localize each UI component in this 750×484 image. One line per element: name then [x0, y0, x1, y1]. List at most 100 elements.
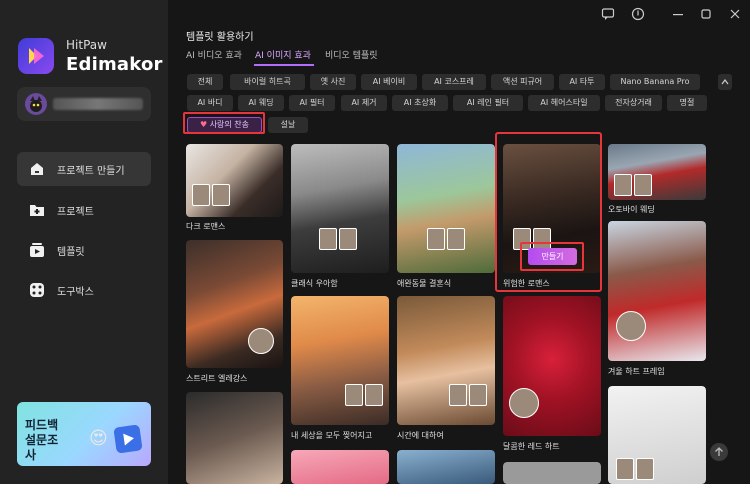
- template-card-hands-heart[interactable]: [186, 392, 283, 484]
- username-blurred: [53, 98, 143, 110]
- nav-templates[interactable]: 템플릿: [17, 233, 151, 267]
- info-icon[interactable]: [631, 7, 645, 21]
- template-thumbnail: [397, 450, 495, 484]
- chip-ai-hairstyle[interactable]: AI 헤어스타일: [528, 95, 600, 111]
- template-name: 겨울 하트 프레임: [608, 367, 665, 376]
- nav-label: 템플릿: [57, 247, 85, 258]
- template-thumbnail: [503, 462, 601, 484]
- page-title: 템플릿 활용하기: [186, 32, 254, 43]
- template-thumbnail: [608, 144, 706, 200]
- chip-old-photo[interactable]: 옛 사진: [310, 74, 356, 90]
- chip-ai-body[interactable]: AI 바디: [187, 95, 233, 111]
- chips-collapse-button[interactable]: [718, 74, 732, 90]
- arrow-up-icon: [715, 447, 723, 456]
- chip-ai-filter[interactable]: AI 필터: [289, 95, 335, 111]
- template-thumbnail: [186, 144, 283, 217]
- sample-thumbnails: [427, 228, 465, 250]
- chip-holidays[interactable]: 명절: [667, 95, 707, 111]
- active-tab-indicator: [254, 64, 314, 66]
- chip-ai-tattoo[interactable]: AI 타투: [559, 74, 605, 90]
- chip-all[interactable]: 전체: [187, 74, 223, 90]
- template-name: 스트리트 엘레강스: [186, 374, 248, 383]
- nav-toolbox[interactable]: 도구박스: [17, 273, 151, 307]
- chip-ai-portrait[interactable]: AI 초상화: [392, 95, 448, 111]
- brand-product: Edimakor: [66, 54, 163, 75]
- tab-ai-video-effects[interactable]: AI 비디오 효과: [186, 48, 242, 61]
- chip-viral-hits[interactable]: 바이럴 히트곡: [230, 74, 305, 90]
- template-thumbnail: [291, 296, 389, 425]
- nav-create-project[interactable]: 프로젝트 만들기: [17, 152, 151, 186]
- close-icon[interactable]: [728, 7, 742, 21]
- nav-projects[interactable]: 프로젝트: [17, 193, 151, 227]
- template-card-sweet-red-heart[interactable]: 달콤한 레드 하트: [503, 296, 601, 454]
- template-card-sketch[interactable]: [608, 386, 706, 484]
- play-icon: [113, 424, 143, 454]
- template-name: 내 세상을 모두 찢어지고: [291, 431, 373, 440]
- sample-thumbnails: [614, 174, 652, 196]
- template-thumbnail: [186, 240, 283, 368]
- template-card-street-elegance[interactable]: 스트리트 엘레강스: [186, 240, 283, 386]
- minimize-icon[interactable]: [671, 7, 685, 21]
- avatar: [25, 93, 47, 115]
- template-thumbnail: [291, 450, 389, 484]
- template-thumbnail: [397, 144, 495, 273]
- nav-label: 도구박스: [57, 287, 94, 298]
- sample-thumbnails: [345, 384, 383, 406]
- template-name: 클래식 우아함: [291, 279, 338, 288]
- sidebar: HitPaw Edimakor 프로젝트 만들기 프로젝트 템플릿 도구박스 피…: [0, 0, 168, 484]
- sample-thumbnails: [449, 384, 487, 406]
- template-name: 다크 로맨스: [186, 222, 226, 231]
- template-thumbnail: [608, 221, 706, 361]
- sample-thumbnails: [192, 184, 230, 206]
- template-icon: [30, 243, 44, 257]
- chip-ecommerce[interactable]: 전자상거래: [605, 95, 662, 111]
- chip-ai-remove[interactable]: AI 제거: [341, 95, 387, 111]
- template-name: 달콤한 레드 하트: [503, 442, 560, 451]
- tab-ai-image-effects[interactable]: AI 이미지 효과: [255, 48, 311, 61]
- template-thumbnail: [291, 144, 389, 273]
- template-card-pink[interactable]: [291, 450, 389, 484]
- chip-lunar-new-year[interactable]: 설날: [268, 117, 308, 133]
- sample-thumbnails: [319, 228, 357, 250]
- template-card-grey[interactable]: [503, 462, 601, 484]
- template-name: 오토바이 웨딩: [608, 205, 655, 214]
- template-card-about-time[interactable]: 시간에 대하여: [397, 296, 495, 443]
- chip-nano-banana-pro[interactable]: Nano Banana Pro: [610, 74, 700, 90]
- template-card-motorcycle-wedding[interactable]: 오토바이 웨딩: [608, 144, 706, 216]
- scroll-to-top-button[interactable]: [710, 443, 728, 461]
- template-card-winter-heart-frame[interactable]: 겨울 하트 프레임: [608, 221, 706, 379]
- toolbox-icon: [30, 283, 44, 297]
- main-panel: 템플릿 활용하기 AI 비디오 효과 AI 이미지 효과 비디오 템플릿 전체 …: [168, 0, 750, 484]
- promo-text: 피드백 설문조사: [25, 418, 59, 462]
- sample-thumbnails: [616, 311, 646, 341]
- maximize-icon[interactable]: [699, 7, 713, 21]
- template-card-dark-romance[interactable]: 다크 로맨스: [186, 144, 283, 234]
- create-button-outline: [520, 242, 584, 271]
- sample-thumbnails: [616, 458, 654, 480]
- tab-video-templates[interactable]: 비디오 템플릿: [325, 48, 378, 61]
- chip-action-figure[interactable]: 액션 피규어: [491, 74, 554, 90]
- feedback-survey-banner[interactable]: 피드백 설문조사 😍: [17, 402, 151, 466]
- nav-label: 프로젝트 만들기: [57, 166, 125, 177]
- feedback-icon[interactable]: [601, 7, 615, 21]
- user-account-box[interactable]: [17, 87, 151, 121]
- selection-outline: [183, 112, 265, 134]
- template-name: 시간에 대하여: [397, 431, 444, 440]
- chip-ai-rain-filter[interactable]: AI 레인 필터: [453, 95, 523, 111]
- chip-ai-baby[interactable]: AI 베이비: [361, 74, 417, 90]
- template-card-blue[interactable]: [397, 450, 495, 484]
- sample-thumbnails: [248, 328, 274, 354]
- template-card-classic-elegance[interactable]: 클래식 우아함: [291, 144, 389, 291]
- brand-company: HitPaw: [66, 38, 107, 52]
- template-card-my-world[interactable]: 내 세상을 모두 찢어지고: [291, 296, 389, 443]
- chevron-up-icon: [721, 79, 729, 85]
- chip-ai-wedding[interactable]: AI 웨딩: [238, 95, 284, 111]
- template-thumbnail: [186, 392, 283, 484]
- sample-thumbnails: [509, 388, 539, 418]
- app-logo-icon: [18, 38, 54, 74]
- template-card-pet-wedding[interactable]: 애완동물 결혼식: [397, 144, 495, 291]
- folder-icon: [30, 205, 44, 216]
- emoji-icon: 😍: [89, 428, 108, 449]
- template-name: 애완동물 결혼식: [397, 279, 452, 288]
- chip-ai-cosplay[interactable]: AI 코스프레: [422, 74, 486, 90]
